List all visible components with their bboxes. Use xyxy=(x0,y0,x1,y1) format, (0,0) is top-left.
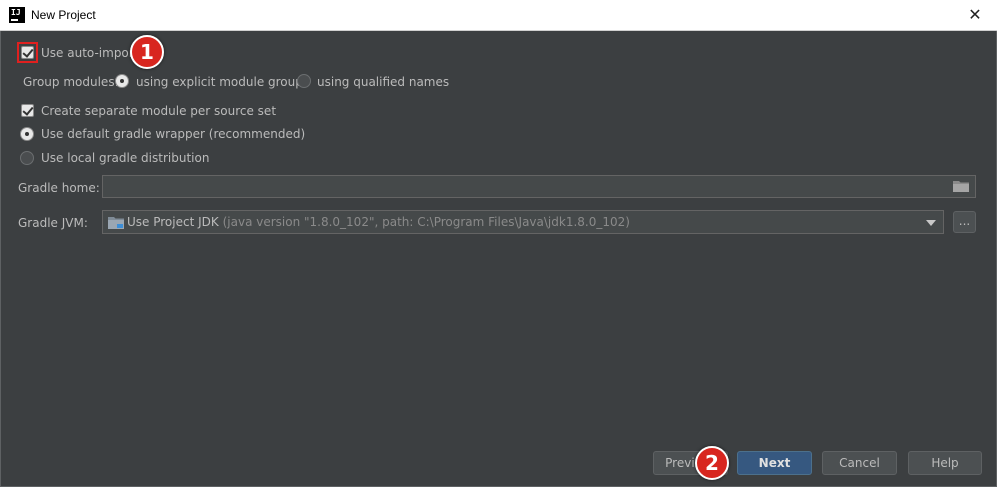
folder-icon[interactable] xyxy=(953,180,969,192)
help-button[interactable]: Help xyxy=(908,451,982,475)
explicit-module-groups-label: using explicit module groups xyxy=(136,75,310,89)
jvm-selected-name: Use Project JDK xyxy=(127,215,219,229)
close-icon[interactable]: ✕ xyxy=(965,5,985,25)
group-modules-label: Group modules: xyxy=(23,75,119,89)
cancel-button[interactable]: Cancel xyxy=(822,451,897,475)
local-gradle-distribution-label: Use local gradle distribution xyxy=(41,151,210,165)
radio-local-gradle-distribution[interactable] xyxy=(20,151,34,165)
annotation-badge-2: 2 xyxy=(695,446,729,480)
radio-default-gradle-wrapper[interactable] xyxy=(20,127,34,141)
radio-qualified-names[interactable] xyxy=(297,74,311,88)
title-bar: IJ New Project ✕ xyxy=(0,0,997,31)
jvm-selected-detail: (java version "1.8.0_102", path: C:\Prog… xyxy=(222,215,630,229)
separate-module-checkbox[interactable] xyxy=(21,104,34,117)
annotation-highlight xyxy=(17,42,38,63)
gradle-home-label: Gradle home: xyxy=(18,181,100,195)
window-frame xyxy=(0,31,997,487)
radio-explicit-module-groups[interactable] xyxy=(115,74,129,88)
jdk-folder-icon xyxy=(108,217,124,229)
auto-import-label: Use auto-import xyxy=(41,46,139,60)
next-button[interactable]: Next xyxy=(737,451,812,475)
gradle-jvm-dropdown[interactable]: Use Project JDK (java version "1.8.0_102… xyxy=(102,210,944,234)
gradle-jvm-label: Gradle JVM: xyxy=(18,216,88,230)
annotation-badge-1: 1 xyxy=(130,35,164,69)
default-gradle-wrapper-label: Use default gradle wrapper (recommended) xyxy=(41,127,306,141)
gradle-home-input[interactable] xyxy=(102,175,976,198)
chevron-down-icon[interactable] xyxy=(926,220,936,226)
separate-module-label: Create separate module per source set xyxy=(41,104,277,118)
window-title: New Project xyxy=(31,8,96,22)
qualified-names-label: using qualified names xyxy=(317,75,450,89)
intellij-icon: IJ xyxy=(9,7,25,23)
browse-jvm-button[interactable]: ... xyxy=(953,211,976,233)
